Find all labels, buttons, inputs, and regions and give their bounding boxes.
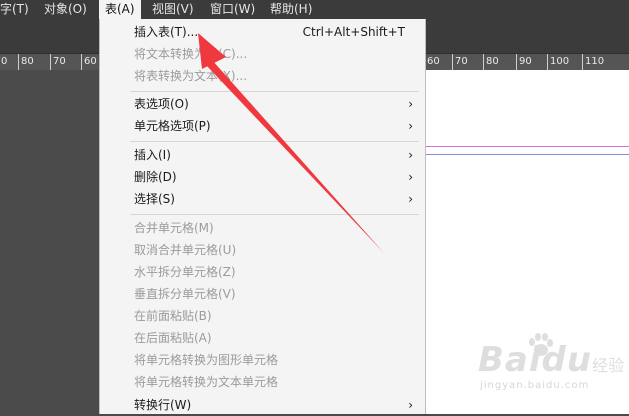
ruler-tick: 70 (452, 54, 468, 70)
ruler-tick: 80 (18, 54, 34, 70)
menu-item-label: 单元格选项(P) (134, 119, 211, 133)
menu-item-label: 取消合并单元格(U) (134, 243, 237, 257)
watermark-url: jingyan.baidu.com (480, 380, 590, 391)
menu-item-label: 垂直拆分单元格(V) (134, 287, 236, 301)
menu-help[interactable]: 帮助(H) (266, 0, 316, 19)
ruler-tick: 90 (516, 54, 532, 70)
menu-item-label: 将表转换为文本(X)... (134, 69, 248, 83)
chevron-right-icon: › (408, 148, 413, 162)
ruler-tick: 60 (81, 54, 97, 70)
ruler-tick: 110 (582, 54, 604, 70)
menu-item-split-horizontal: 水平拆分单元格(Z) (100, 261, 425, 283)
menu-item-label: 表选项(O) (134, 97, 189, 111)
menu-view[interactable]: 视图(V) (148, 0, 198, 19)
chevron-right-icon: › (408, 192, 413, 206)
menu-item-label: 合并单元格(M) (134, 221, 214, 235)
menu-item-convert-to-text-cell: 将单元格转换为文本单元格 (100, 371, 425, 393)
baidu-watermark: Baidu经验 jingyan.baidu.com (478, 333, 625, 391)
menu-separator (130, 91, 419, 92)
chevron-right-icon: › (408, 119, 413, 133)
ruler-tick: 0 (0, 54, 7, 70)
menubar: 字(T) 对象(O) 表(A) 视图(V) 窗口(W) 帮助(H) (0, 0, 629, 19)
menu-item-label: 插入(I) (134, 148, 171, 162)
menu-item-paste-after: 在后面粘贴(A) (100, 327, 425, 349)
ruler-tick: 70 (50, 54, 66, 70)
menu-item-label: 删除(D) (134, 170, 177, 184)
table-menu-dropdown: 插入表(T)... Ctrl+Alt+Shift+T 将文本转换为表(C)...… (99, 19, 426, 414)
menu-item-label: 将单元格转换为文本单元格 (134, 375, 279, 389)
menu-separator (130, 141, 419, 142)
menu-item-shortcut: Ctrl+Alt+Shift+T (302, 25, 405, 39)
menu-item-merge-cells: 合并单元格(M) (100, 217, 425, 239)
menu-item-insert[interactable]: 插入(I) › (100, 144, 425, 166)
paw-logo-icon (529, 333, 553, 356)
menu-item-insert-table[interactable]: 插入表(T)... Ctrl+Alt+Shift+T (100, 21, 425, 43)
menu-item-table-options[interactable]: 表选项(O) › (100, 93, 425, 115)
menu-item-table-to-text: 将表转换为文本(X)... (100, 65, 425, 87)
menu-type[interactable]: 字(T) (0, 0, 33, 19)
margin-guide (425, 146, 629, 147)
menu-item-label: 将文本转换为表(C)... (134, 47, 248, 61)
ruler-tick: 80 (483, 54, 499, 70)
menu-item-text-to-table: 将文本转换为表(C)... (100, 43, 425, 65)
menu-item-label: 水平拆分单元格(Z) (134, 265, 236, 279)
menu-window[interactable]: 窗口(W) (206, 0, 259, 19)
menu-item-label: 转换行(W) (134, 398, 192, 412)
menu-item-select[interactable]: 选择(S) › (100, 188, 425, 210)
ruler-tick: 60 (424, 54, 440, 70)
chevron-right-icon: › (408, 97, 413, 111)
menu-item-delete[interactable]: 删除(D) › (100, 166, 425, 188)
watermark-sub: 经验 (592, 356, 625, 375)
menu-item-convert-to-graphic-cell: 将单元格转换为图形单元格 (100, 349, 425, 371)
chevron-right-icon: › (408, 398, 413, 412)
menu-object[interactable]: 对象(O) (40, 0, 91, 19)
menu-item-label: 在后面粘贴(A) (134, 331, 212, 345)
menu-item-cell-options[interactable]: 单元格选项(P) › (100, 115, 425, 137)
menu-item-convert-rows[interactable]: 转换行(W) › (100, 394, 425, 416)
menu-item-unmerge-cells: 取消合并单元格(U) (100, 239, 425, 261)
menu-item-paste-before: 在前面粘贴(B) (100, 305, 425, 327)
ruler-tick: 100 (547, 54, 569, 70)
menu-item-label: 将单元格转换为图形单元格 (134, 353, 279, 367)
menu-item-label: 插入表(T)... (134, 25, 199, 39)
menu-table[interactable]: 表(A) (99, 0, 141, 19)
menu-separator (130, 214, 419, 215)
menu-item-label: 在前面粘贴(B) (134, 309, 212, 323)
chevron-right-icon: › (408, 170, 413, 184)
menu-item-label: 选择(S) (134, 192, 175, 206)
menu-item-split-vertical: 垂直拆分单元格(V) (100, 283, 425, 305)
column-guide (425, 154, 629, 155)
